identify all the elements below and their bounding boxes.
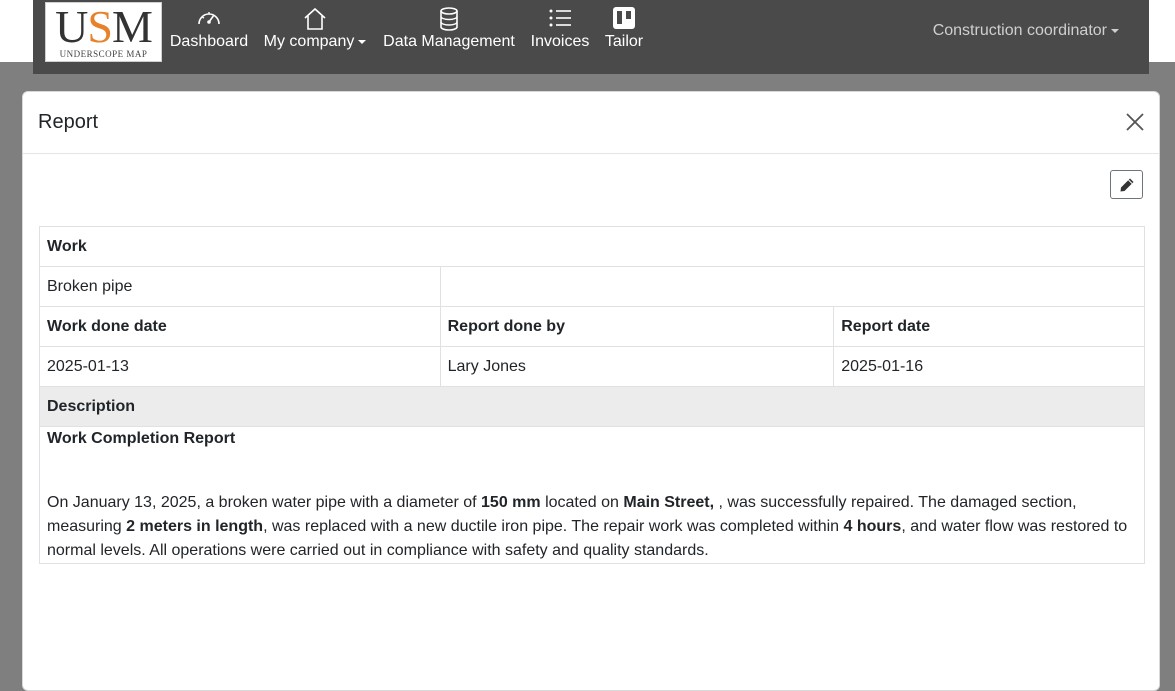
user-role-dropdown[interactable]: Construction coordinator xyxy=(933,22,1119,40)
logo-subtitle: UNDERSCOPE MAP xyxy=(59,49,148,59)
gauge-icon xyxy=(198,12,220,25)
work-value: Broken pipe xyxy=(39,266,441,307)
edit-button[interactable] xyxy=(1110,170,1143,199)
table-row: Description xyxy=(39,386,1145,427)
report-date-value: 2025-01-16 xyxy=(833,346,1145,387)
nav-item-dashboard[interactable]: Dashboard xyxy=(169,6,249,62)
kanban-icon xyxy=(613,7,635,29)
table-row: 2025-01-13 Lary Jones 2025-01-16 xyxy=(39,346,1145,387)
chevron-down-icon xyxy=(1111,28,1119,33)
navbar: USM UNDERSCOPE MAP Dashboard My company … xyxy=(33,0,1149,74)
description-label: Description xyxy=(39,386,1145,427)
nav-item-data-management[interactable]: Data Management xyxy=(381,6,517,62)
logo-letters: USM xyxy=(55,1,153,52)
nav-item-invoices[interactable]: Invoices xyxy=(527,6,593,62)
table-row: Work Completion Report On January 13, 20… xyxy=(39,426,1145,564)
table-row: Work done date Report done by Report dat… xyxy=(39,306,1145,347)
chevron-down-icon xyxy=(358,39,367,44)
report-modal: Report Work Broken pipe Work done date R… xyxy=(22,91,1160,691)
logo[interactable]: USM UNDERSCOPE MAP xyxy=(45,2,162,62)
database-icon xyxy=(440,7,458,31)
nav-label: My company xyxy=(262,32,368,52)
work-label: Work xyxy=(39,226,1145,267)
home-icon xyxy=(304,7,326,30)
nav-label: Tailor xyxy=(604,33,644,50)
report-done-by-value: Lary Jones xyxy=(439,346,835,387)
empty-cell xyxy=(439,266,1146,307)
report-date-label: Report date xyxy=(833,306,1145,347)
nav-label: Data Management xyxy=(383,33,515,50)
work-done-date-value: 2025-01-13 xyxy=(39,346,441,387)
nav-item-my-company[interactable]: My company xyxy=(262,6,368,62)
nav-label: Dashboard xyxy=(169,33,249,50)
table-row: Broken pipe xyxy=(39,266,1146,307)
nav-label: Invoices xyxy=(530,33,590,50)
pencil-icon xyxy=(1120,178,1134,192)
nav-item-tailor[interactable]: Tailor xyxy=(602,6,646,62)
description-title: Work Completion Report xyxy=(47,430,236,447)
modal-title: Report xyxy=(38,111,99,133)
description-body: Work Completion Report On January 13, 20… xyxy=(39,426,1145,564)
close-icon[interactable] xyxy=(1125,112,1145,132)
table-row: Work xyxy=(39,226,1145,267)
modal-header: Report xyxy=(23,92,1159,154)
report-done-by-label: Report done by xyxy=(439,306,835,347)
work-done-date-label: Work done date xyxy=(39,306,441,347)
list-icon xyxy=(549,9,571,27)
description-text: On January 13, 2025, a broken water pipe… xyxy=(47,494,1128,559)
report-table: Work Broken pipe Work done date Report d… xyxy=(39,226,1146,564)
role-label: Construction coordinator xyxy=(932,22,1107,39)
